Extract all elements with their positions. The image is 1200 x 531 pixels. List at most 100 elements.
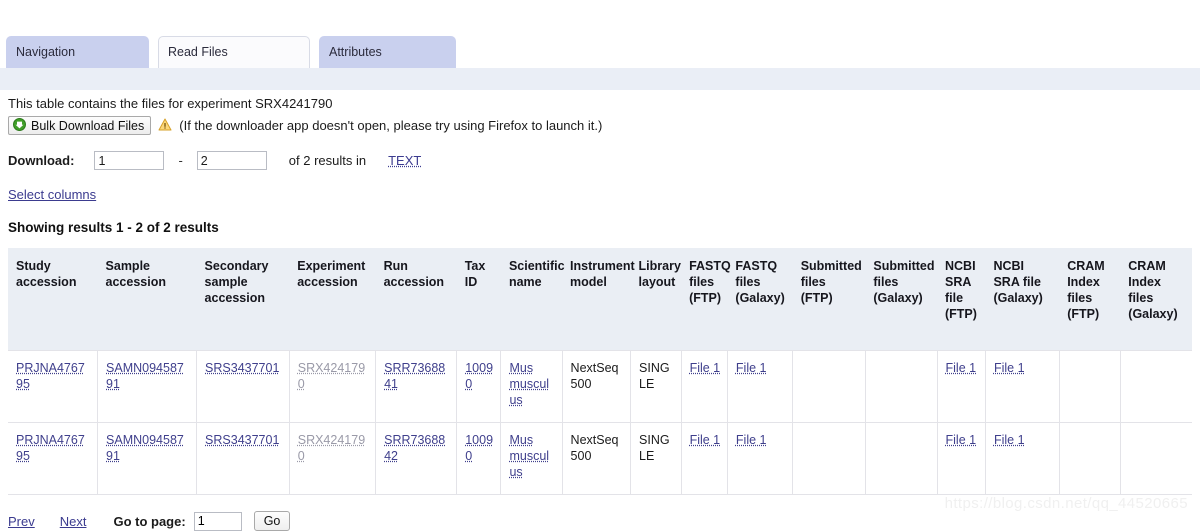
results-table-wrapper: Study accession Sample accession Seconda… [0, 235, 1192, 495]
link-secondary-sample-accession[interactable]: SRS3437701 [205, 433, 279, 447]
table-row: PRJNA476795 SAMN09458791 SRS3437701 SRX4… [8, 350, 1192, 423]
tab-strip: Navigation Read Files Attributes [0, 36, 1200, 68]
col-study-accession[interactable]: Study accession [8, 248, 98, 351]
cell-fastq-files-ftp: File 1 [680, 350, 728, 423]
col-ncbi-sra-file-galaxy[interactable]: NCBI SRA file (Galaxy) [985, 248, 1060, 351]
tab-read-files-label: Read Files [168, 45, 228, 59]
col-submitted-files-galaxy[interactable]: Submitted files (Galaxy) [865, 248, 937, 351]
link-fastq-galaxy-file-1[interactable]: File 1 [736, 361, 767, 375]
goto-page-input[interactable] [193, 511, 242, 531]
col-run-accession[interactable]: Run accession [375, 248, 457, 351]
download-from-input[interactable] [94, 151, 165, 170]
cell-ncbi-sra-file-ftp: File 1 [936, 350, 986, 423]
link-run-accession[interactable]: SRR7368842 [384, 433, 445, 463]
bulk-download-row: Bulk Download Files (If the downloader a… [0, 111, 1200, 135]
downloader-note: (If the downloader app doesn't open, ple… [179, 118, 603, 133]
col-ncbi-sra-file-ftp[interactable]: NCBI SRA file (FTP) [937, 248, 986, 351]
link-ncbi-sra-galaxy-file-1[interactable]: File 1 [994, 433, 1025, 447]
link-sample-accession[interactable]: SAMN09458791 [106, 361, 184, 391]
page-content: This table contains the files for experi… [0, 90, 1200, 531]
link-secondary-sample-accession[interactable]: SRS3437701 [205, 361, 279, 375]
cell-scientific-name: Mus musculus [500, 350, 563, 423]
download-icon [13, 117, 26, 134]
cell-ncbi-sra-file-ftp: File 1 [936, 422, 986, 495]
link-fastq-galaxy-file-1[interactable]: File 1 [736, 433, 767, 447]
cell-ncbi-sra-file-galaxy: File 1 [984, 422, 1060, 495]
range-separator: - [178, 153, 183, 168]
select-columns-link[interactable]: Select columns [8, 187, 96, 202]
col-cram-index-files-galaxy[interactable]: CRAM Index files (Galaxy) [1120, 248, 1192, 351]
cell-library-layout: SINGLE [630, 350, 682, 423]
col-secondary-sample-accession[interactable]: Secondary sample accession [196, 248, 290, 351]
go-button[interactable]: Go [253, 511, 291, 531]
col-cram-index-files-ftp[interactable]: CRAM Index files (FTP) [1059, 248, 1121, 351]
cell-instrument-model: NextSeq 500 [561, 350, 631, 423]
watermark-text: https://blog.csdn.net/qq_44520665 [944, 495, 1188, 512]
tab-underbar [0, 68, 1200, 90]
cell-ncbi-sra-file-galaxy: File 1 [984, 350, 1060, 423]
col-tax-id[interactable]: Tax ID [456, 248, 501, 351]
link-fastq-ftp-file-1[interactable]: File 1 [690, 361, 721, 375]
cell-cram-index-files-ftp [1058, 350, 1121, 423]
col-instrument-model[interactable]: Instrument model [562, 248, 635, 351]
cell-submitted-files-ftp [792, 422, 866, 495]
link-fastq-ftp-file-1[interactable]: File 1 [690, 433, 721, 447]
cell-cram-index-files-ftp [1058, 422, 1121, 495]
download-to-input[interactable] [196, 151, 267, 170]
col-library-layout[interactable]: Library layout [630, 248, 682, 351]
link-sample-accession[interactable]: SAMN09458791 [106, 433, 184, 463]
col-fastq-files-galaxy[interactable]: FASTQ files (Galaxy) [727, 248, 793, 351]
cell-submitted-files-galaxy [864, 422, 937, 495]
cell-sample-accession: SAMN09458791 [97, 350, 197, 423]
link-experiment-accession[interactable]: SRX4241790 [298, 361, 365, 391]
link-study-accession[interactable]: PRJNA476795 [16, 433, 85, 463]
cell-experiment-accession: SRX4241790 [288, 422, 376, 495]
download-range-row: Download: - of 2 results in TEXT [0, 135, 1200, 170]
prev-page-link[interactable]: Prev [8, 514, 35, 529]
link-scientific-name[interactable]: Mus musculus [509, 433, 549, 479]
bulk-download-files-button[interactable]: Bulk Download Files [8, 116, 152, 135]
cell-tax-id: 10090 [456, 350, 501, 423]
table-description: This table contains the files for experi… [8, 96, 333, 111]
cell-experiment-accession: SRX4241790 [288, 350, 376, 423]
cell-instrument-model: NextSeq 500 [561, 422, 631, 495]
cell-study-accession: PRJNA476795 [8, 350, 98, 423]
link-run-accession[interactable]: SRR7368841 [384, 361, 445, 391]
cell-scientific-name: Mus musculus [500, 422, 563, 495]
cell-sample-accession: SAMN09458791 [97, 422, 197, 495]
cell-fastq-files-ftp: File 1 [680, 422, 728, 495]
link-tax-id[interactable]: 10090 [465, 433, 493, 463]
link-scientific-name[interactable]: Mus musculus [509, 361, 549, 407]
showing-results-text: Showing results 1 - 2 of 2 results [8, 220, 219, 235]
col-fastq-files-ftp[interactable]: FASTQ files (FTP) [681, 248, 731, 351]
select-columns-row: Select columns [0, 170, 1200, 202]
table-row: PRJNA476795 SAMN09458791 SRS3437701 SRX4… [8, 422, 1192, 495]
warning-icon [158, 118, 172, 134]
link-ncbi-sra-ftp-file-1[interactable]: File 1 [946, 361, 977, 375]
link-experiment-accession[interactable]: SRX4241790 [298, 433, 365, 463]
results-table-head: Study accession Sample accession Seconda… [8, 248, 1192, 351]
link-ncbi-sra-galaxy-file-1[interactable]: File 1 [994, 361, 1025, 375]
cell-tax-id: 10090 [456, 422, 501, 495]
bulk-download-files-label: Bulk Download Files [31, 118, 145, 133]
download-label: Download: [8, 153, 75, 168]
cell-secondary-sample-accession: SRS3437701 [196, 350, 290, 423]
tab-attributes-label: Attributes [329, 45, 382, 59]
link-tax-id[interactable]: 10090 [465, 361, 493, 391]
tab-navigation[interactable]: Navigation [6, 36, 149, 68]
cell-run-accession: SRR7368842 [375, 422, 457, 495]
link-ncbi-sra-ftp-file-1[interactable]: File 1 [946, 433, 977, 447]
tab-attributes[interactable]: Attributes [319, 36, 456, 68]
cell-submitted-files-galaxy [864, 350, 937, 423]
cell-submitted-files-ftp [792, 350, 866, 423]
col-scientific-name[interactable]: Scientific name [500, 248, 565, 351]
col-experiment-accession[interactable]: Experiment accession [289, 248, 376, 351]
download-format-text-link[interactable]: TEXT [366, 153, 421, 168]
cell-library-layout: SINGLE [630, 422, 682, 495]
link-study-accession[interactable]: PRJNA476795 [16, 361, 85, 391]
next-page-link[interactable]: Next [60, 514, 87, 529]
tab-read-files[interactable]: Read Files [158, 36, 310, 68]
col-submitted-files-ftp[interactable]: Submitted files (FTP) [792, 248, 866, 351]
cell-cram-index-files-galaxy [1119, 350, 1192, 423]
col-sample-accession[interactable]: Sample accession [97, 248, 197, 351]
